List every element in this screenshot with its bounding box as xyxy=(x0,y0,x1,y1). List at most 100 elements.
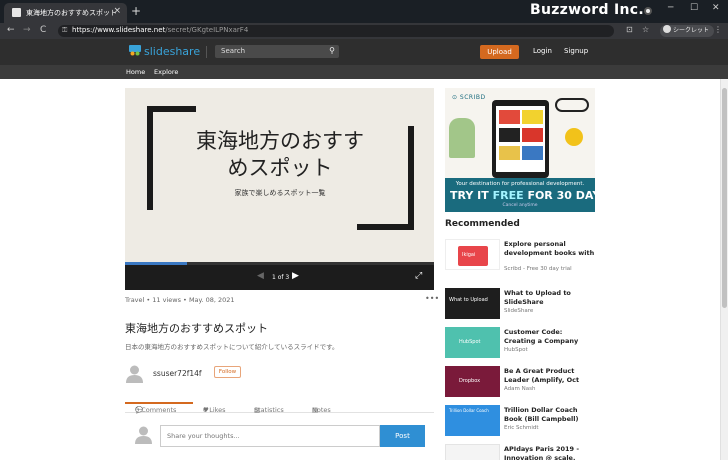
slide-title: 東海地方のおすす めスポット xyxy=(180,128,380,182)
logo-text[interactable]: slideshare xyxy=(144,45,200,58)
recommended-title: Trillion Dollar Coach Book (Bill Campbel… xyxy=(504,406,579,423)
ad-fineprint: Cancel anytime xyxy=(502,203,538,208)
mug-image xyxy=(565,128,583,146)
slideshare-logo-icon[interactable] xyxy=(128,44,142,58)
comment-field[interactable] xyxy=(160,425,380,447)
recommended-item[interactable]: Ikigai Explore personal development book… xyxy=(445,239,595,272)
signup-link[interactable]: Signup xyxy=(564,47,588,55)
recommended-heading: Recommended xyxy=(445,219,520,229)
address-bar: ← → C ⚿ https://www.slideshare.net/secre… xyxy=(0,23,728,39)
fullscreen-icon[interactable]: ⤢ xyxy=(415,271,422,281)
recommended-title: Explore personal development books with … xyxy=(504,240,595,257)
tab-label: Statistics xyxy=(254,406,284,414)
previous-slide-icon[interactable]: ◀ xyxy=(257,271,264,281)
glasses-image xyxy=(555,98,589,112)
translate-icon[interactable]: ⊡ xyxy=(626,25,633,34)
sub-navigation: Home Explore xyxy=(0,65,728,79)
maximize-button[interactable]: ☐ xyxy=(690,3,698,13)
recommended-author: HubSpot xyxy=(504,347,528,353)
tab-title: 東海地方のおすすめスポット xyxy=(26,9,117,17)
window-close-button[interactable]: ✕ xyxy=(712,3,720,13)
scrollbar-thumb[interactable] xyxy=(722,88,727,308)
slide-decor-bracket xyxy=(408,126,414,230)
url-host: https://www.slideshare.net xyxy=(72,26,166,34)
incognito-icon xyxy=(663,25,671,33)
player-controls: ◀ 1 of 3 ▶ ⤢ xyxy=(125,262,434,290)
watermark: Buzzword Inc. xyxy=(530,2,644,18)
recommended-author: Scribd - Free 30 day trial xyxy=(504,266,572,272)
post-button[interactable]: Post xyxy=(380,425,425,447)
recommended-title: Be A Great Product Leader (Amplify, Oct … xyxy=(504,367,580,384)
upload-button[interactable]: Upload xyxy=(480,45,519,59)
slideshare-favicon-icon xyxy=(12,8,21,17)
search-box[interactable]: Search ⚲ xyxy=(215,45,339,58)
reload-button[interactable]: C xyxy=(40,25,46,35)
slide-progress-fill xyxy=(125,262,187,265)
slide-title-line2: めスポット xyxy=(227,156,333,180)
search-icon[interactable]: ⚲ xyxy=(329,46,335,55)
minimize-button[interactable]: ─ xyxy=(668,3,673,13)
ad-tagline: Your destination for professional develo… xyxy=(455,181,585,187)
url-path: /secret/GKgteILPNxarF4 xyxy=(165,26,249,34)
nav-home[interactable]: Home xyxy=(126,68,145,76)
search-input[interactable]: Search xyxy=(221,47,245,55)
ad-headline: TRY IT FREE FOR 30 DAYS xyxy=(450,189,595,202)
incognito-badge[interactable]: シークレット xyxy=(660,25,715,37)
recommended-item[interactable]: Trillion Dollar Coach Trillion Dollar Co… xyxy=(445,405,595,437)
recommended-author: SlideShare xyxy=(504,308,534,314)
slide-viewer[interactable]: 東海地方のおすす めスポット 家族で楽しめるスポット一覧 xyxy=(125,88,434,262)
recommended-thumbnail: Trillion Dollar Coach xyxy=(445,405,500,436)
tablet-image xyxy=(492,100,549,178)
browser-tab-bar: 東海地方のおすすめスポット × + Buzzword Inc. ─ ☐ ✕ xyxy=(0,0,728,23)
recommended-item[interactable]: HubSpot Customer Code: Creating a Compan… xyxy=(445,327,595,359)
recommended-item[interactable]: Dropbox Be A Great Product Leader (Ampli… xyxy=(445,366,595,398)
browser-tab[interactable]: 東海地方のおすすめスポット × xyxy=(4,3,127,23)
recommended-item[interactable]: APIdays Paris 2019 - Innovation @ scale, xyxy=(445,444,595,460)
recommended-thumbnail xyxy=(445,444,500,460)
browser-menu-icon[interactable]: ⋮ xyxy=(714,25,722,34)
next-slide-icon[interactable]: ▶ xyxy=(292,271,299,281)
page-scrollbar[interactable] xyxy=(720,79,728,460)
book-cover xyxy=(522,110,543,124)
scribd-ad[interactable]: ⊙ SCRIBD Your destination for profession… xyxy=(445,88,595,212)
recommended-author: Adam Nash xyxy=(504,386,536,392)
slide-progress-bar[interactable] xyxy=(125,262,434,265)
more-options-icon[interactable]: ••• xyxy=(425,294,439,303)
tab-label: 0 Likes xyxy=(203,406,226,414)
recommended-thumbnail: HubSpot xyxy=(445,327,500,358)
tab-label: 0 Comments xyxy=(135,406,177,414)
site-header: slideshare Search ⚲ Upload Login Signup xyxy=(0,39,728,65)
bookmark-star-icon[interactable]: ☆ xyxy=(642,25,649,34)
nav-explore[interactable]: Explore xyxy=(154,68,178,76)
slide-decor-bracket xyxy=(147,106,153,210)
book-cover xyxy=(499,110,520,124)
book-cover xyxy=(522,128,543,142)
slide-title-line1: 東海地方のおすす xyxy=(196,129,364,153)
tab-close-icon[interactable]: × xyxy=(113,6,121,16)
recommended-thumbnail: Dropbox xyxy=(445,366,500,397)
recommended-title: Customer Code: Creating a Company Custom… xyxy=(504,328,579,345)
ad-banner: Your destination for professional develo… xyxy=(445,178,595,212)
follow-button[interactable]: Follow xyxy=(214,366,241,378)
comment-input[interactable] xyxy=(161,426,379,446)
plant-image xyxy=(449,118,475,158)
incognito-label: シークレット xyxy=(673,27,710,34)
scribd-logo: ⊙ SCRIBD xyxy=(452,94,486,101)
back-button[interactable]: ← xyxy=(7,25,15,35)
recommended-item[interactable]: What to Upload What to Upload to SlideSh… xyxy=(445,288,595,320)
new-tab-button[interactable]: + xyxy=(131,4,141,18)
avatar[interactable] xyxy=(125,364,144,383)
lock-icon: ⚿ xyxy=(62,26,68,34)
username[interactable]: ssuser72f14f xyxy=(153,369,202,378)
page-title: 東海地方のおすすめスポット xyxy=(125,322,268,335)
comment-avatar xyxy=(135,426,152,444)
header-divider xyxy=(206,46,207,58)
recommended-title: APIdays Paris 2019 - Innovation @ scale, xyxy=(504,445,580,460)
login-link[interactable]: Login xyxy=(533,47,552,55)
recommended-thumbnail: What to Upload xyxy=(445,288,500,319)
slide-decor-bracket xyxy=(357,224,414,230)
url-field[interactable]: ⚿ https://www.slideshare.net/secret/GKgt… xyxy=(58,25,614,37)
forward-button[interactable]: → xyxy=(23,25,31,35)
slide-description: 日本の東海地方のおすすめスポットについて紹介しているスライドです。 xyxy=(125,343,339,351)
book-cover xyxy=(499,128,520,142)
